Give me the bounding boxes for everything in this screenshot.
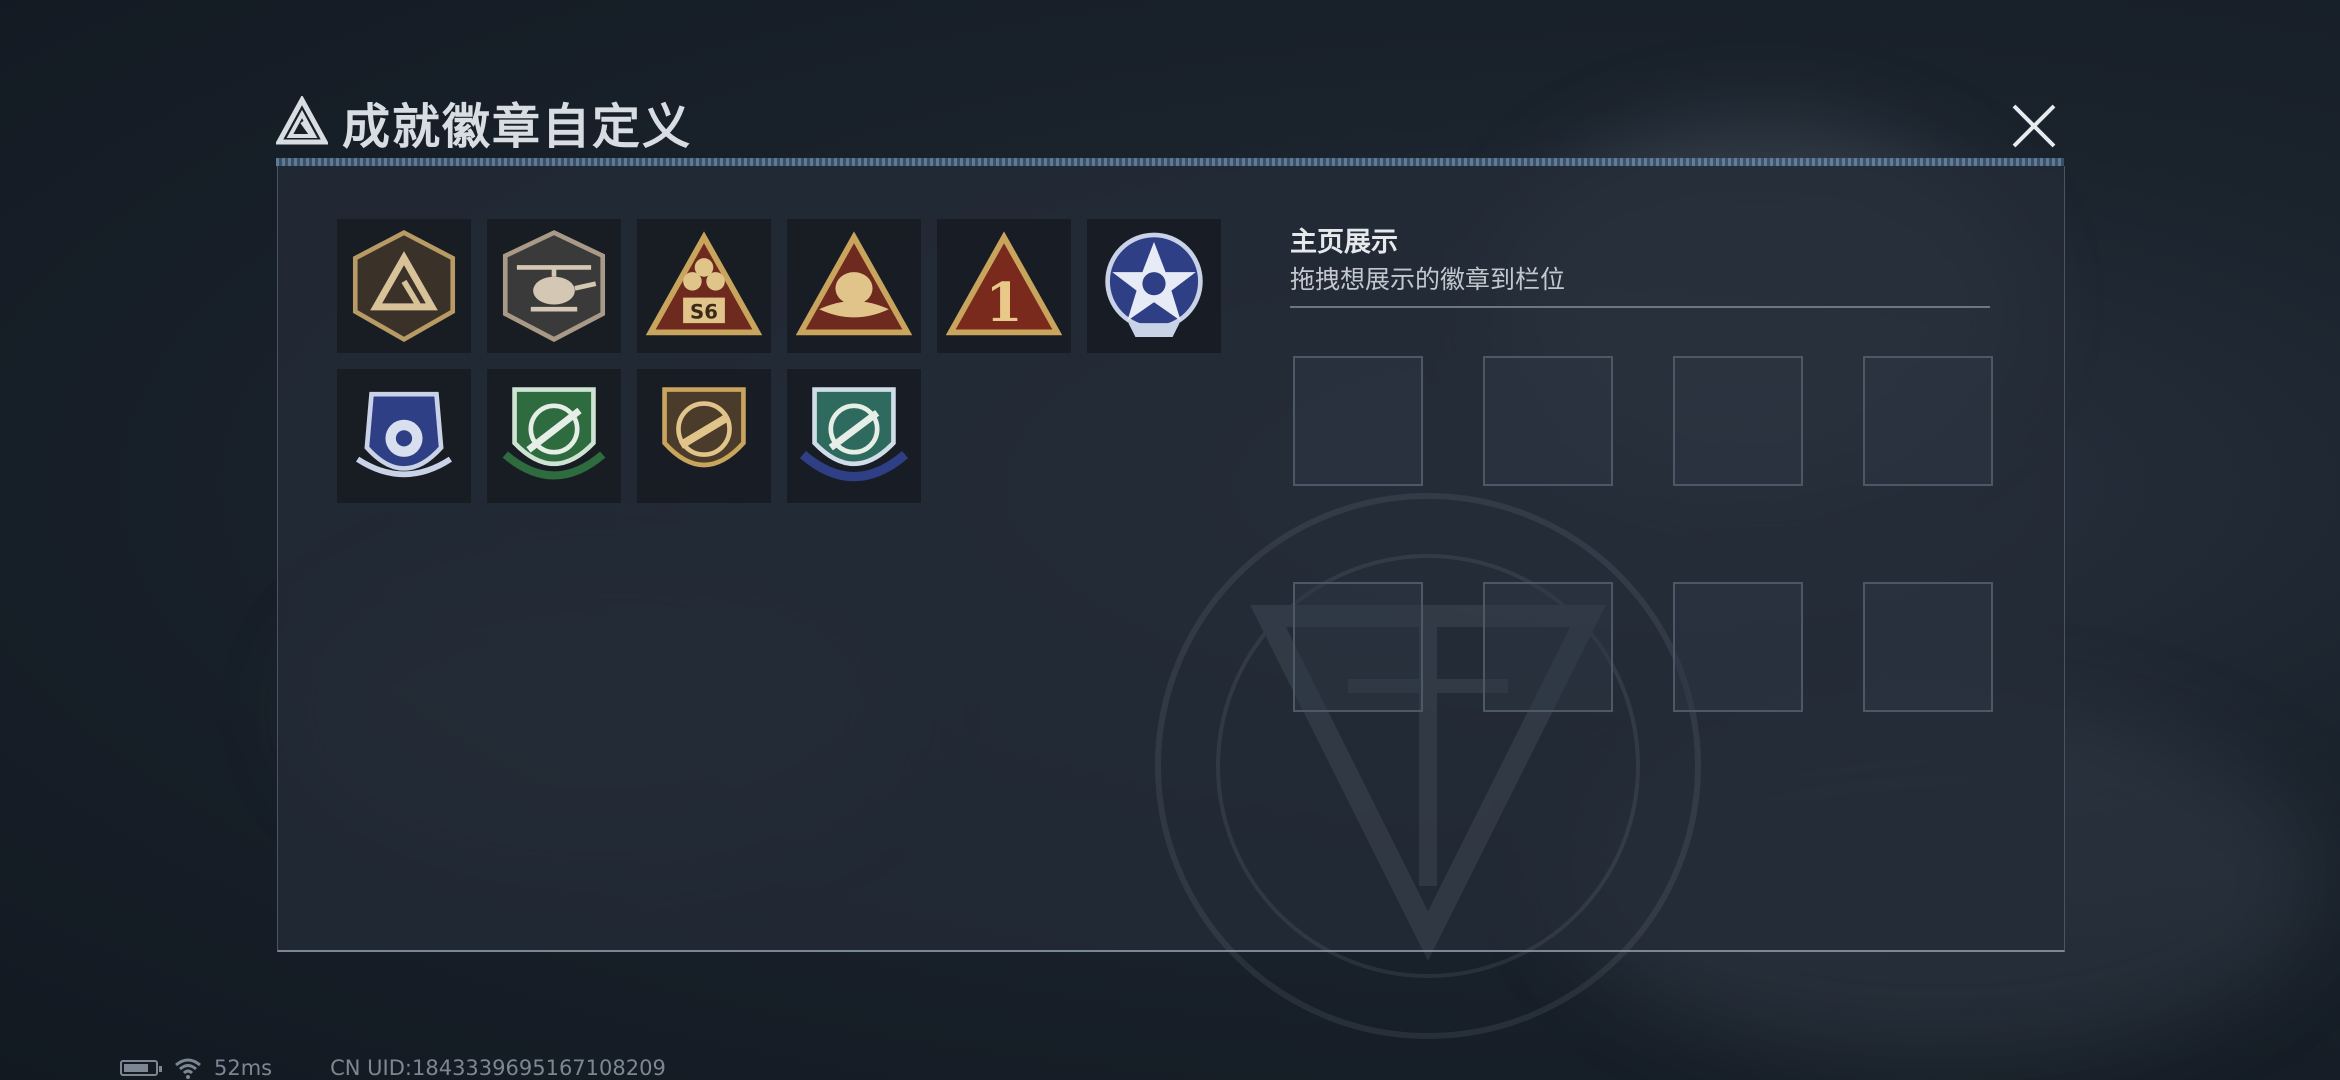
- window-title: 成就徽章自定义: [342, 99, 693, 155]
- badge-panel: S6 1 主页展示 拖拽想展示的徽章到栏位: [277, 166, 2065, 1039]
- close-icon: [2012, 104, 2056, 148]
- battery-level: [124, 1064, 148, 1072]
- badge-item[interactable]: [487, 219, 621, 353]
- background-emblem-icon: [1155, 493, 1701, 1039]
- status-bar: 52ms CN UID:1843339695167108209: [120, 1056, 666, 1080]
- showcase-slot[interactable]: [1483, 356, 1613, 486]
- wifi-icon: [175, 1058, 201, 1079]
- delta-logo-icon: [276, 96, 328, 145]
- bird-triangle-badge-icon: [796, 231, 912, 336]
- helicopter-shield-badge-icon: [502, 230, 606, 342]
- header-divider: [276, 158, 2064, 166]
- uid-text: CN UID:1843339695167108209: [330, 1056, 666, 1080]
- showcase-divider: [1290, 306, 1990, 308]
- green-rifle-crosshair-badge-icon: [502, 387, 606, 480]
- showcase-slot[interactable]: [1673, 356, 1803, 486]
- badge-item[interactable]: [637, 369, 771, 503]
- showcase-slot[interactable]: [1673, 582, 1803, 712]
- delta-triangle-shield-badge-icon: [352, 230, 456, 343]
- showcase-slot[interactable]: [1293, 582, 1423, 712]
- badge-item[interactable]: [487, 369, 621, 503]
- badge-item[interactable]: 1: [937, 219, 1071, 353]
- skull-star-badge-icon: [1105, 232, 1203, 338]
- badge-item[interactable]: [787, 369, 921, 503]
- ping-text: 52ms: [214, 1056, 273, 1080]
- badge-item[interactable]: [337, 369, 471, 503]
- showcase-slot[interactable]: [1863, 356, 1993, 486]
- showcase-title: 主页展示: [1290, 227, 1398, 258]
- showcase-slot[interactable]: [1863, 582, 1993, 712]
- badge-text: S6: [690, 300, 718, 323]
- badge-item[interactable]: S6: [637, 219, 771, 353]
- blue-knife-crosshair-badge-icon: [799, 387, 909, 482]
- s6-triangle-badge-icon: S6: [646, 231, 762, 336]
- blue-winged-shield-badge-icon: [356, 391, 452, 478]
- showcase-subtitle: 拖拽想展示的徽章到栏位: [1290, 265, 1566, 294]
- badge-item[interactable]: [1087, 219, 1221, 353]
- showcase-slot[interactable]: [1483, 582, 1613, 712]
- number-one-triangle-badge-icon: 1: [946, 231, 1062, 336]
- gold-smg-crosshair-badge-icon: [662, 387, 746, 468]
- battery-icon: [120, 1060, 162, 1076]
- badge-item[interactable]: [337, 219, 471, 353]
- close-button[interactable]: [2004, 96, 2064, 156]
- window-header: 成就徽章自定义: [276, 92, 692, 155]
- showcase-slot[interactable]: [1293, 356, 1423, 486]
- badge-item[interactable]: [787, 219, 921, 353]
- badge-text: 1: [985, 271, 1022, 334]
